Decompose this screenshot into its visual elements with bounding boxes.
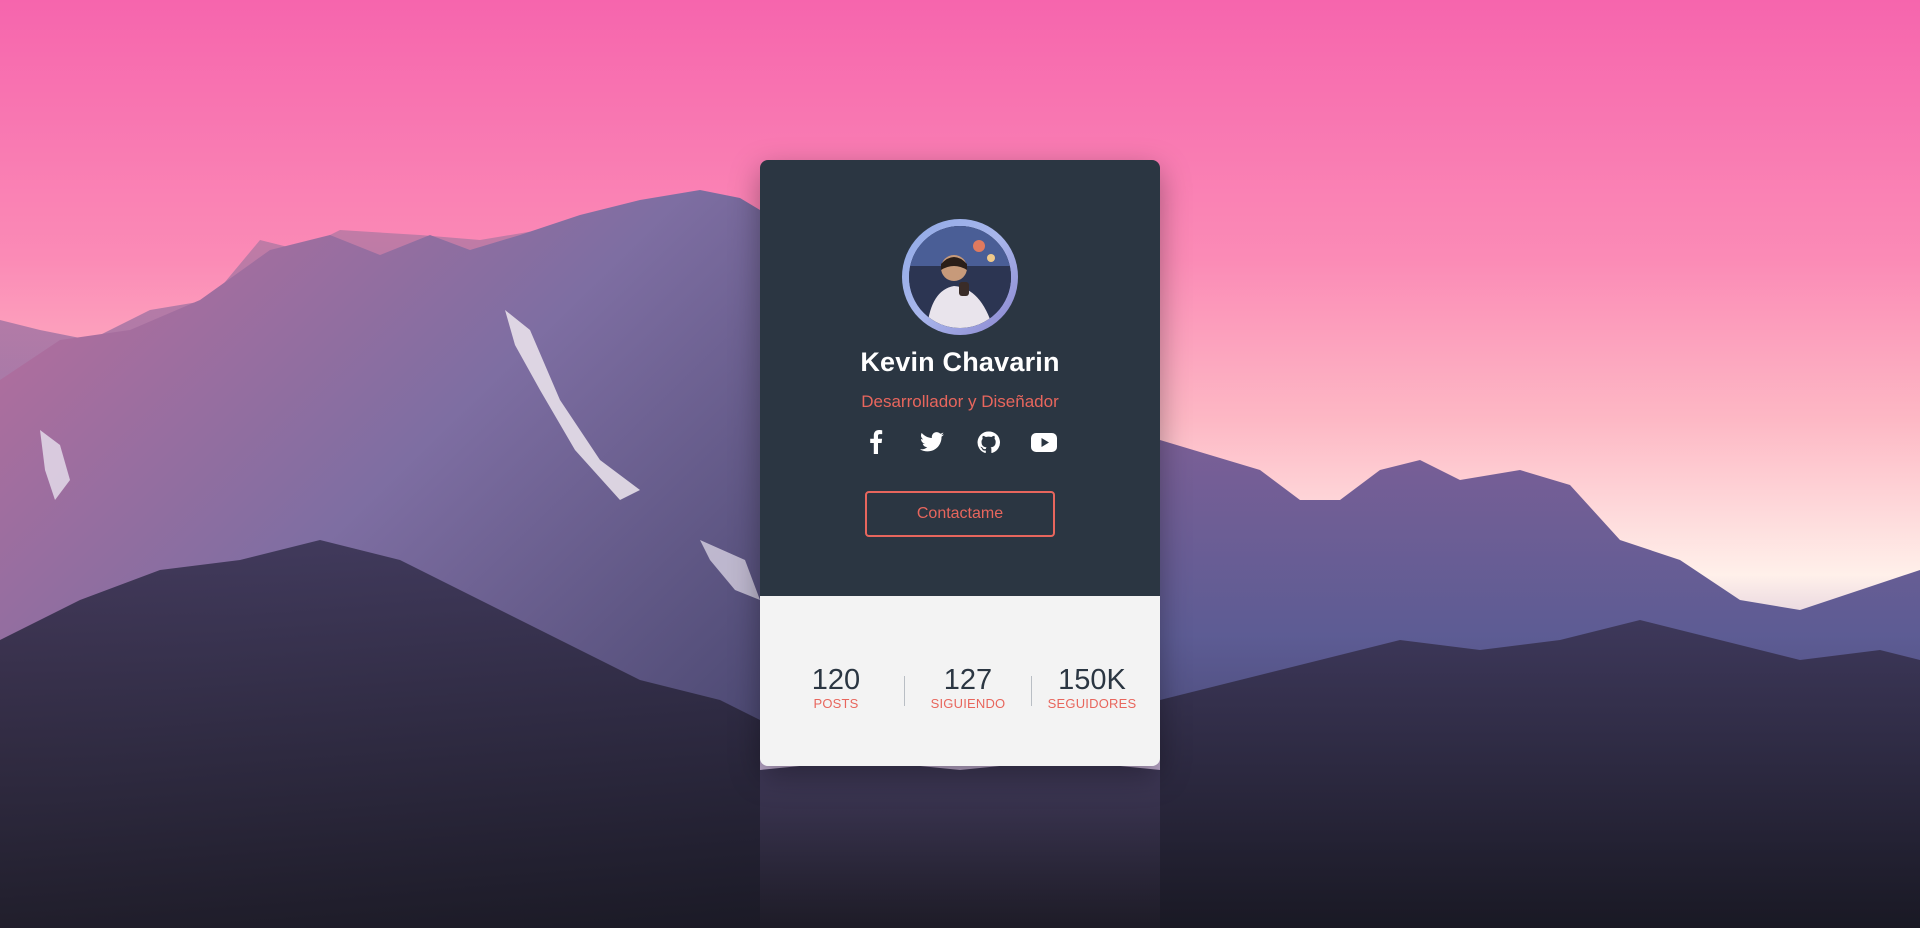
social-links — [760, 429, 1160, 455]
twitter-link[interactable] — [919, 429, 945, 455]
profile-name: Kevin Chavarin — [860, 347, 1060, 377]
avatar — [909, 226, 1011, 328]
page: Kevin Chavarin Desarrollador y Diseñador — [0, 0, 1920, 928]
stat-value: 120 — [811, 664, 861, 696]
github-icon — [977, 430, 1000, 453]
profile-stats-panel: 120 POSTS 127 SIGUIENDO 150K SEGUIDORES — [760, 596, 1160, 766]
stat-label: SEGUIDORES — [1047, 696, 1137, 711]
profile-role: Desarrollador y Diseñador — [861, 392, 1059, 411]
facebook-icon — [870, 430, 883, 454]
youtube-icon — [1031, 432, 1057, 452]
stat-posts: 120 POSTS — [768, 664, 904, 712]
stat-label: POSTS — [813, 696, 859, 711]
stats-row: 120 POSTS 127 SIGUIENDO 150K SEGUIDORES — [768, 664, 1152, 712]
contact-button[interactable]: Contactame — [865, 491, 1055, 537]
youtube-link[interactable] — [1031, 429, 1057, 455]
facebook-link[interactable] — [863, 429, 889, 455]
github-link[interactable] — [975, 429, 1001, 455]
stat-value: 150K — [1058, 664, 1126, 696]
stat-value: 127 — [943, 664, 993, 696]
stat-following: 127 SIGUIENDO — [905, 664, 1031, 712]
stat-label: SIGUIENDO — [930, 696, 1006, 711]
avatar-photo-icon — [909, 226, 1011, 328]
twitter-icon — [920, 432, 944, 452]
profile-card-header: Kevin Chavarin Desarrollador y Diseñador — [760, 160, 1160, 596]
avatar-ring — [902, 219, 1018, 335]
stat-followers: 150K SEGUIDORES — [1032, 664, 1152, 712]
profile-card: Kevin Chavarin Desarrollador y Diseñador — [760, 160, 1160, 766]
